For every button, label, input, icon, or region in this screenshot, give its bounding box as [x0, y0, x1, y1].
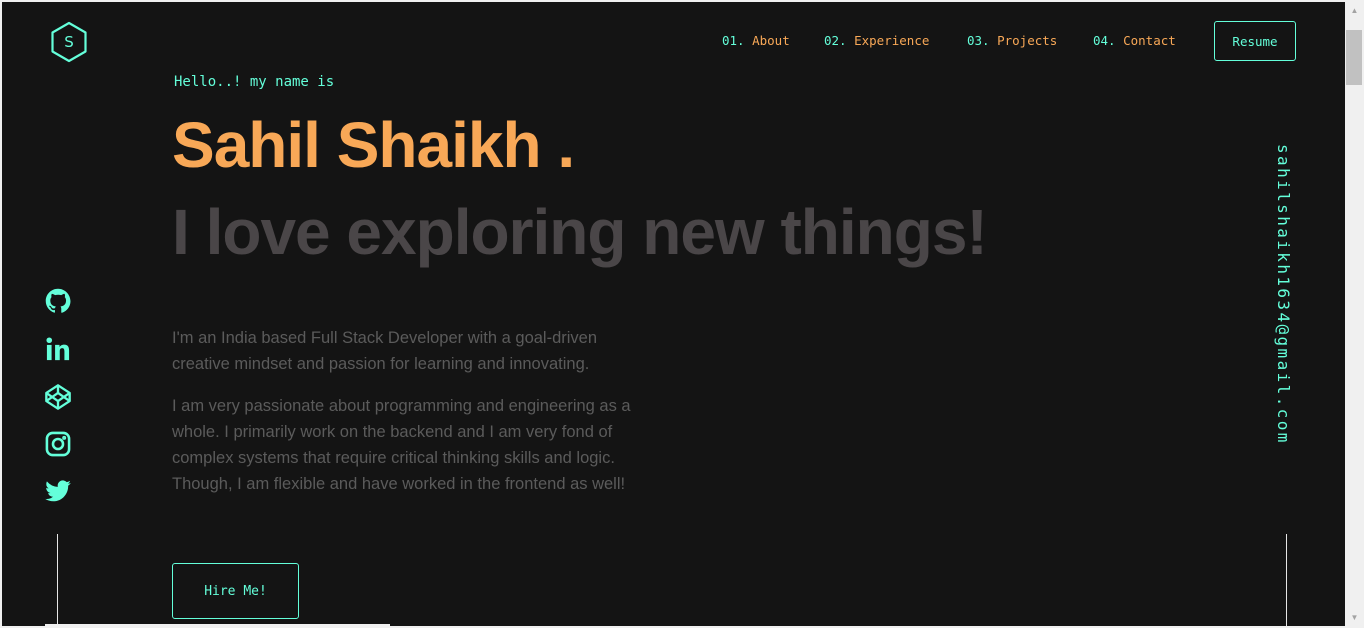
nav-number: 01.	[722, 33, 745, 48]
scroll-up-arrow-icon[interactable]: ▲	[1345, 2, 1364, 19]
social-divider-line	[57, 534, 58, 626]
hire-me-button[interactable]: Hire Me!	[172, 563, 299, 619]
github-icon[interactable]	[44, 287, 72, 315]
twitter-icon[interactable]	[44, 477, 72, 505]
email-link[interactable]: sahilshaikh1634@gmail.com	[1274, 144, 1293, 445]
resume-button[interactable]: Resume	[1214, 21, 1296, 61]
page-viewport: S 01. About 02. Experience 03. Projects …	[2, 2, 1345, 626]
hero-about-paragraph: I am very passionate about programming a…	[172, 397, 631, 493]
nav-experience[interactable]: 02. Experience	[824, 33, 929, 48]
nav-label: Contact	[1123, 33, 1176, 48]
nav-about[interactable]: 01. About	[722, 33, 790, 48]
nav-number: 04.	[1093, 33, 1116, 48]
linkedin-icon[interactable]	[44, 335, 72, 363]
main-nav: 01. About 02. Experience 03. Projects 04…	[2, 33, 1345, 53]
nav-contact[interactable]: 04. Contact	[1093, 33, 1176, 48]
hero-name: Sahil Shaikh .	[172, 109, 575, 181]
hero-tagline: I love exploring new things!	[172, 196, 988, 268]
nav-projects[interactable]: 03. Projects	[967, 33, 1057, 48]
hero-greeting: Hello..! my name is	[174, 74, 335, 90]
scroll-down-arrow-icon[interactable]: ▼	[1345, 609, 1364, 626]
scrollbar-thumb[interactable]	[1346, 30, 1362, 85]
vertical-scrollbar[interactable]: ▲ ▼	[1345, 0, 1364, 628]
email-divider-line	[1286, 534, 1287, 626]
codepen-icon[interactable]	[44, 383, 72, 411]
hero-intro-paragraph: I'm an India based Full Stack Developer …	[172, 329, 598, 373]
nav-label: Experience	[854, 33, 930, 48]
nav-label: Projects	[997, 33, 1058, 48]
nav-number: 03.	[967, 33, 990, 48]
instagram-icon[interactable]	[44, 430, 72, 458]
horizontal-scroll-track	[45, 624, 390, 626]
nav-number: 02.	[824, 33, 847, 48]
nav-label: About	[752, 33, 790, 48]
